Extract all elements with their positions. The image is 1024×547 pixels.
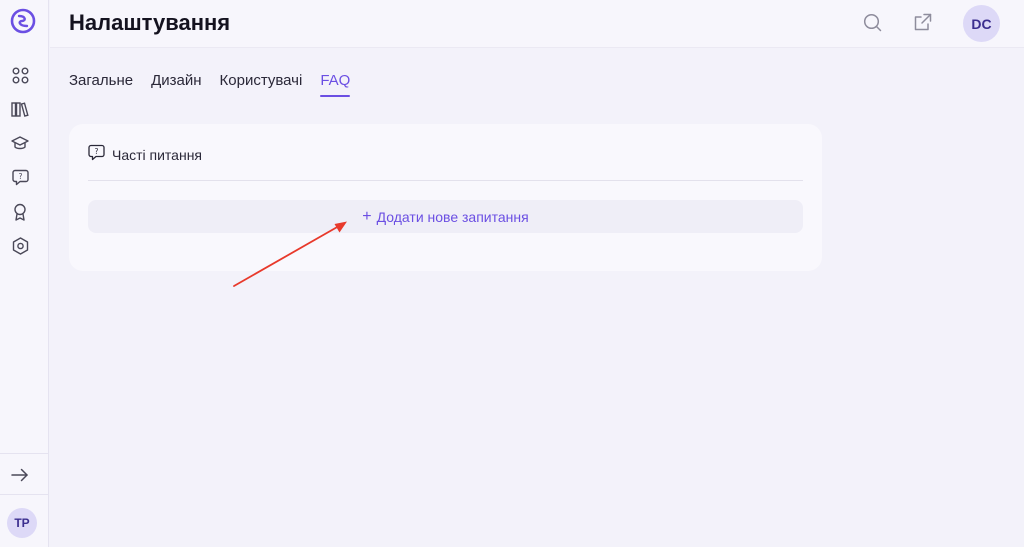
add-question-button[interactable]: + Додати нове запитання: [88, 200, 803, 233]
svg-text:?: ?: [95, 147, 99, 156]
sidebar-divider: [0, 494, 49, 495]
faq-card-header: ? Часті питання: [88, 144, 202, 166]
user-avatar[interactable]: TP: [7, 508, 37, 538]
sidebar: ? TP: [0, 0, 49, 547]
question-chat-icon: ?: [88, 144, 105, 166]
svg-text:?: ?: [18, 171, 22, 180]
settings-hex-icon[interactable]: [11, 237, 29, 255]
faq-section-title: Часті питання: [112, 147, 203, 163]
page-title: Налаштування: [69, 10, 231, 35]
account-avatar[interactable]: DC: [963, 5, 1000, 42]
add-question-label: Додати нове запитання: [376, 208, 529, 225]
tab-faq[interactable]: FAQ: [320, 72, 351, 97]
card-divider: [88, 180, 803, 181]
search-icon[interactable]: [862, 12, 882, 32]
tab-general[interactable]: Загальне: [69, 72, 133, 97]
app-logo[interactable]: [10, 8, 36, 34]
plus-icon: +: [362, 207, 372, 225]
arrow-right-icon[interactable]: [11, 466, 29, 484]
library-icon[interactable]: [11, 100, 29, 118]
sidebar-divider: [0, 453, 49, 454]
settings-tabs: Загальне Дизайн Користувачі FAQ: [69, 72, 351, 97]
tab-users[interactable]: Користувачі: [220, 72, 303, 97]
faq-chat-icon[interactable]: ?: [11, 168, 29, 186]
graduation-cap-icon[interactable]: [11, 134, 29, 152]
top-header: Налаштування DC: [50, 0, 1024, 48]
award-icon[interactable]: [11, 203, 29, 221]
apps-icon[interactable]: [11, 66, 29, 84]
external-link-icon[interactable]: [913, 12, 933, 32]
tab-design[interactable]: Дизайн: [151, 72, 201, 97]
faq-card: ? Часті питання + Додати нове запитання: [69, 124, 822, 271]
